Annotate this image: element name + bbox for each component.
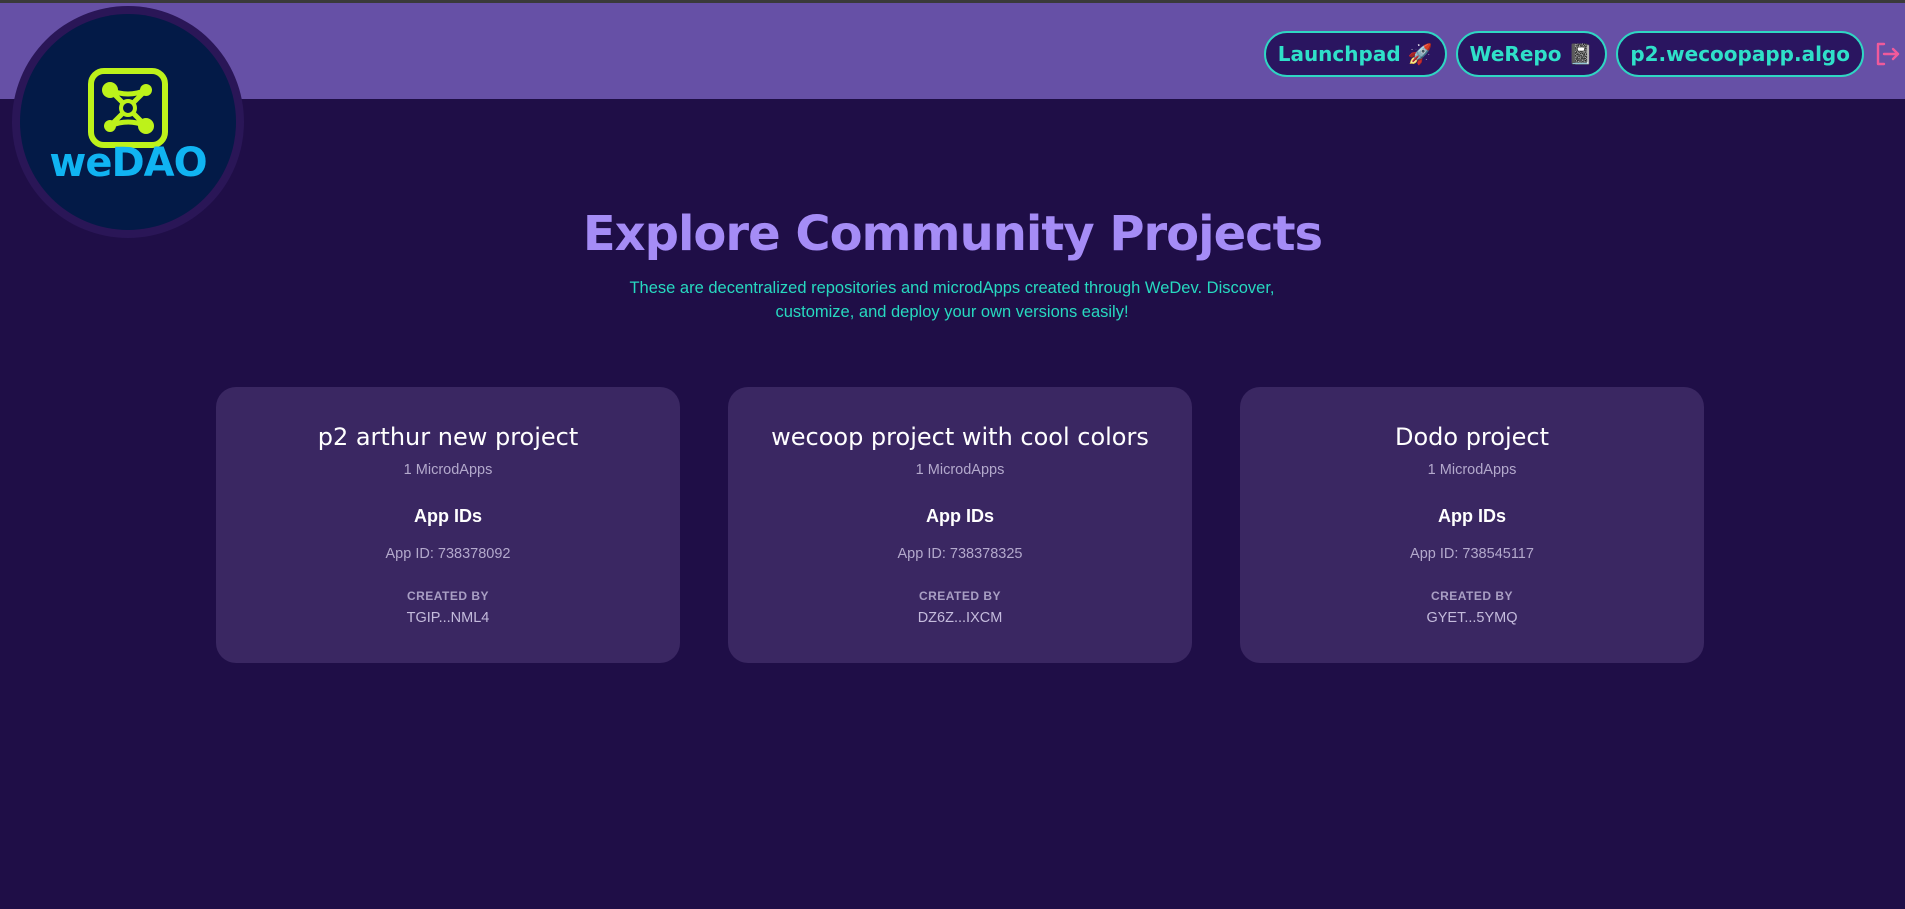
top-header: Launchpad 🚀 WeRepo 📓 p2.wecoopapp.algo xyxy=(0,3,1905,99)
created-by-label: CREATED BY xyxy=(1430,589,1514,603)
microdapp-count: 1 MicrodApps xyxy=(1427,462,1517,478)
account-button[interactable]: p2.wecoopapp.algo xyxy=(1616,31,1864,77)
app-id: App ID: 738545117 xyxy=(1410,546,1534,562)
logout-icon[interactable] xyxy=(1873,31,1905,77)
creator-address: TGIP...NML4 xyxy=(406,610,490,626)
app-ids-heading: App IDs xyxy=(925,506,994,526)
app-ids-heading: App IDs xyxy=(1437,506,1506,526)
microdapp-count: 1 MicrodApps xyxy=(915,462,1005,478)
page-subtitle: These are decentralized repositories and… xyxy=(629,279,1275,321)
project-card[interactable]: Dodo project 1 MicrodApps App IDs App ID… xyxy=(1240,387,1704,663)
app-id: App ID: 738378092 xyxy=(385,546,511,562)
project-title: p2 arthur new project xyxy=(317,423,579,451)
header-nav: Launchpad 🚀 WeRepo 📓 p2.wecoopapp.algo xyxy=(1263,31,1905,77)
creator-address: DZ6Z...IXCM xyxy=(917,610,1003,626)
project-title: wecoop project with cool colors xyxy=(771,423,1149,451)
project-card[interactable]: wecoop project with cool colors 1 Microd… xyxy=(728,387,1192,663)
project-card[interactable]: p2 arthur new project 1 MicrodApps App I… xyxy=(216,387,680,663)
created-by-label: CREATED BY xyxy=(918,589,1002,603)
app-id: App ID: 738378325 xyxy=(897,546,1023,562)
microdapp-count: 1 MicrodApps xyxy=(403,462,493,478)
werepo-button[interactable]: WeRepo 📓 xyxy=(1455,31,1608,77)
app-ids-heading: App IDs xyxy=(413,506,482,526)
page-title: Explore Community Projects xyxy=(582,206,1323,262)
creator-address: GYET...5YMQ xyxy=(1426,610,1518,626)
project-title: Dodo project xyxy=(1394,423,1549,451)
network-node-icon xyxy=(88,68,168,148)
created-by-label: CREATED BY xyxy=(406,589,490,603)
logo-text: weDAO xyxy=(49,140,207,186)
logo-circle: weDAO xyxy=(20,14,236,230)
wedao-logo[interactable]: weDAO xyxy=(12,6,244,238)
launchpad-button[interactable]: Launchpad 🚀 xyxy=(1263,31,1447,77)
